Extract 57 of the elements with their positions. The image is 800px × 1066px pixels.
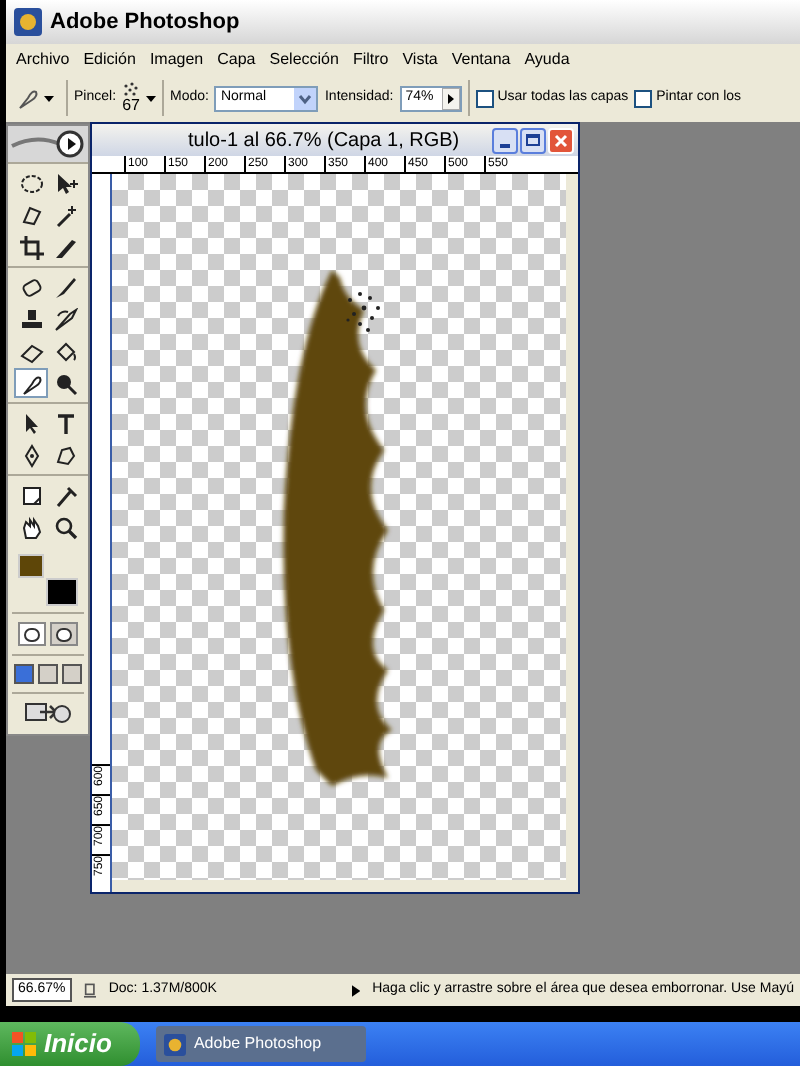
- document-title: tulo-1 al 66.7% (Capa 1, RGB): [188, 127, 460, 155]
- tool-button[interactable]: [14, 232, 48, 262]
- screen-mode-button[interactable]: [38, 664, 58, 684]
- close-icon: [554, 133, 568, 147]
- app-icon: [163, 1033, 186, 1055]
- pen-nib-icon: [19, 443, 43, 467]
- elliptical-marquee-icon: [19, 171, 43, 195]
- magic-wand-icon: [54, 203, 78, 227]
- taskbar-button[interactable]: Adobe Photoshop: [155, 1026, 366, 1062]
- note-icon: [19, 483, 43, 507]
- brush-size: 67: [122, 98, 140, 114]
- eraser-icon: [19, 339, 43, 363]
- window-title: Adobe Photoshop: [50, 7, 240, 38]
- menu-item[interactable]: Selección: [269, 47, 339, 71]
- menu-item[interactable]: Vista: [402, 47, 438, 71]
- crop-icon: [19, 235, 43, 259]
- quick-mask-button[interactable]: [50, 622, 78, 646]
- checkbox[interactable]: [634, 89, 653, 107]
- polygon-lasso-icon: [19, 203, 43, 227]
- maximize-button[interactable]: [520, 127, 546, 153]
- tool-button[interactable]: [49, 304, 83, 334]
- menu-item[interactable]: Archivo: [16, 47, 70, 71]
- smudge-finger-icon: [16, 86, 40, 110]
- brush-picker[interactable]: 67: [122, 82, 157, 114]
- foreground-color-swatch[interactable]: [18, 554, 44, 578]
- document-info-icon: [83, 981, 97, 999]
- zoom-icon: [54, 515, 78, 539]
- app-icon: [14, 8, 42, 36]
- history-brush-icon: [54, 307, 78, 331]
- menu-item[interactable]: Ayuda: [524, 47, 570, 71]
- custom-shape-icon: [54, 443, 78, 467]
- paint-bucket-icon: [54, 339, 78, 363]
- close-button[interactable]: [548, 127, 574, 153]
- stamp-icon: [19, 307, 43, 331]
- finger-icon: [19, 371, 43, 395]
- windows-logo-icon: [12, 1032, 36, 1056]
- jump-arrow-icon: [24, 700, 72, 724]
- brush-cursor-icon: [344, 290, 384, 334]
- menu-item[interactable]: Capa: [217, 47, 256, 71]
- menu-item[interactable]: Filtro: [352, 47, 389, 71]
- menu-item[interactable]: Imagen: [149, 47, 204, 71]
- tool-button[interactable]: [14, 368, 48, 398]
- brush-icon: [54, 275, 78, 299]
- screen-mode-button[interactable]: [62, 664, 82, 684]
- checkbox[interactable]: [475, 89, 494, 107]
- menu-item[interactable]: Edición: [83, 47, 136, 71]
- menu-item[interactable]: Ventana: [451, 47, 511, 71]
- slider-arrow-icon: [441, 87, 460, 109]
- type-icon: [54, 411, 78, 435]
- minimize-button[interactable]: [492, 127, 518, 153]
- caret-icon: [146, 95, 157, 101]
- background-color-swatch[interactable]: [46, 578, 78, 606]
- move-arrow-icon: [54, 171, 78, 195]
- brush-tip-icon: [122, 82, 141, 98]
- caret-icon: [44, 95, 54, 101]
- standard-mode-button[interactable]: [18, 622, 46, 646]
- menu-arrow-icon: [351, 983, 361, 997]
